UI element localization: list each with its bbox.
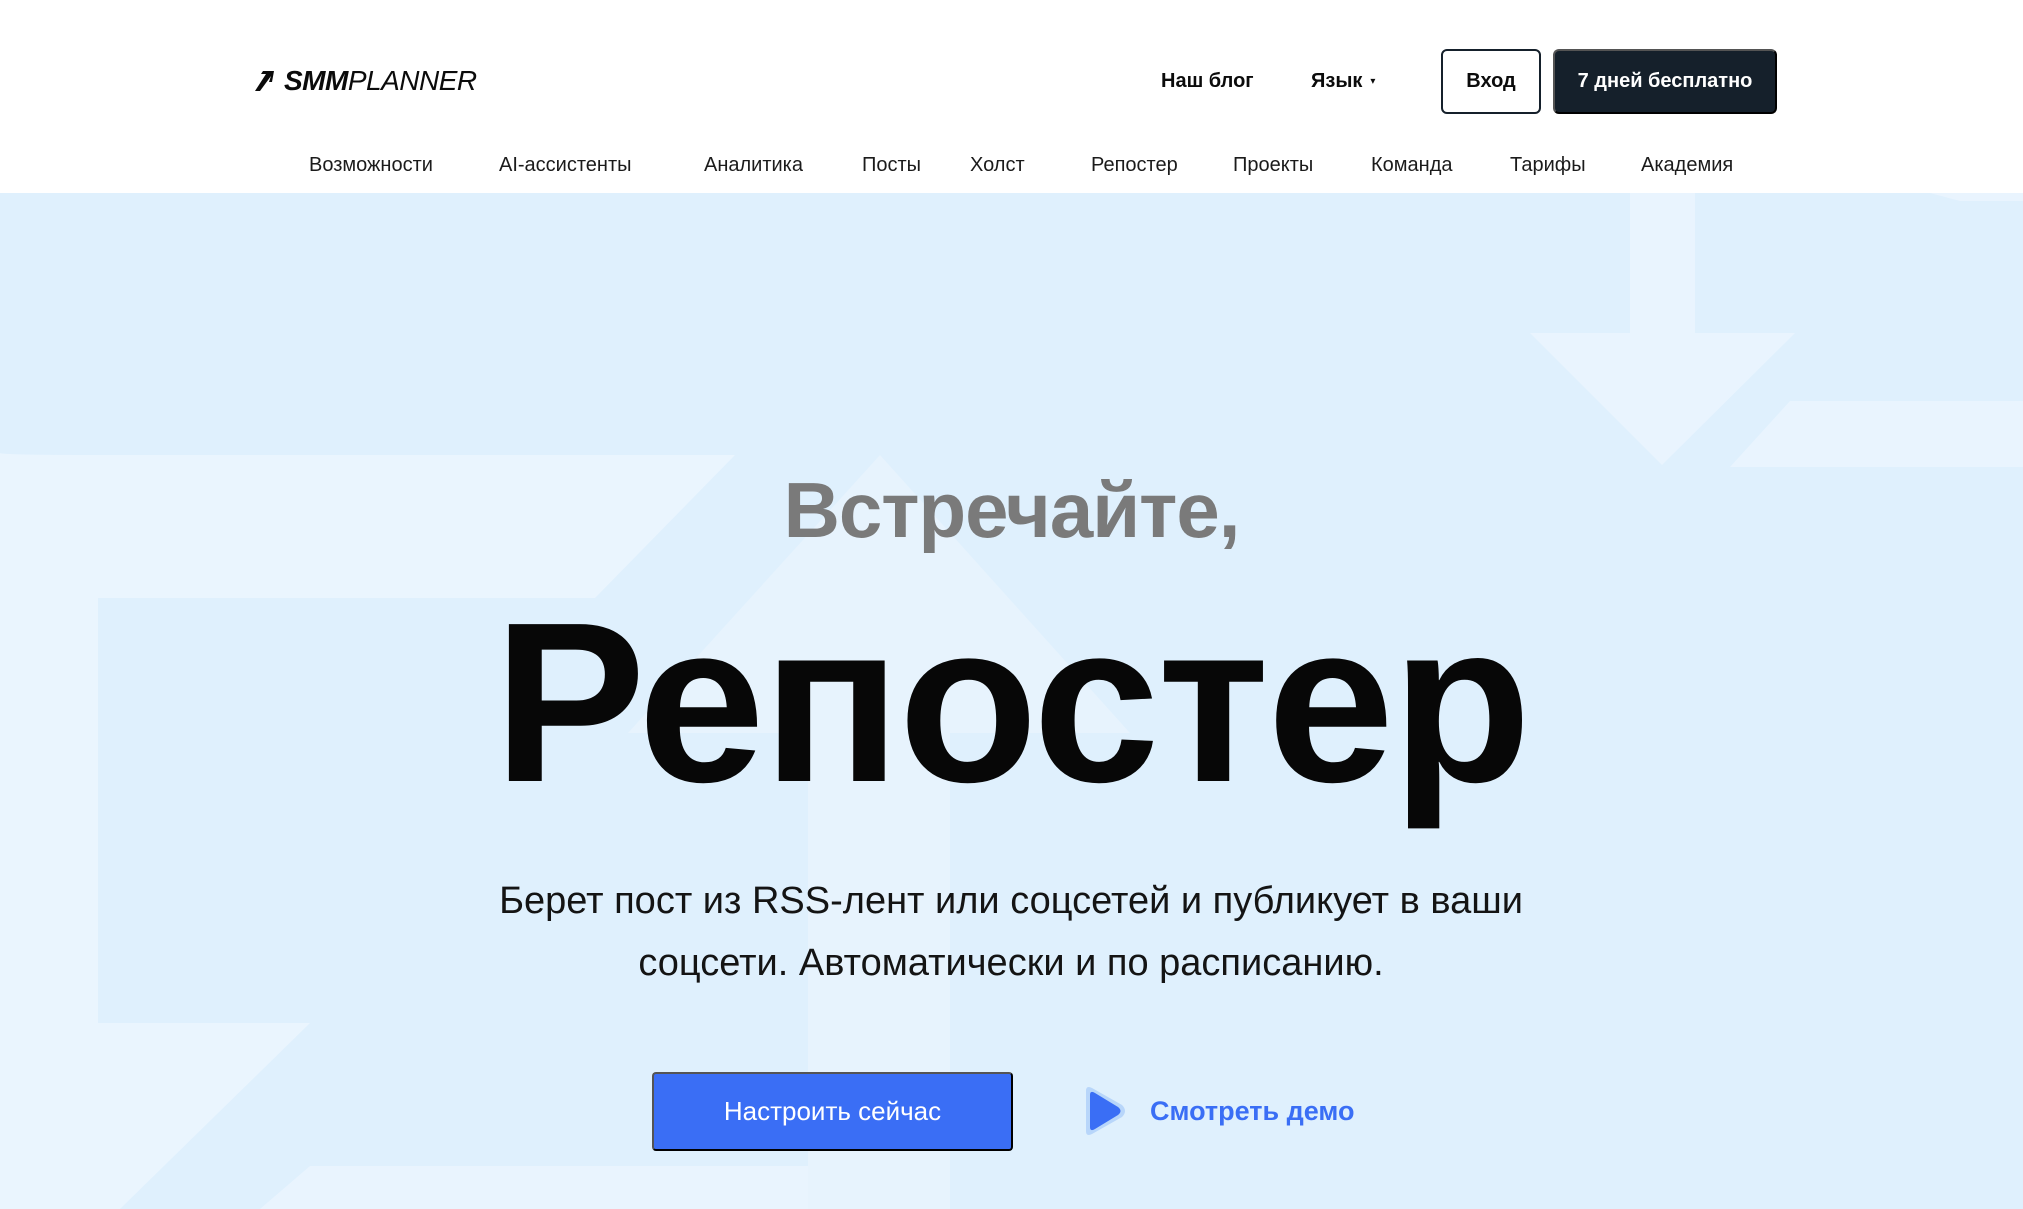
watch-demo-label: Смотреть демо <box>1150 1095 1355 1126</box>
hero-title: Репостер <box>493 576 1532 830</box>
logo-text-bold: SMM <box>284 65 348 96</box>
nav-item-features[interactable]: Возможности <box>309 150 433 180</box>
nav-item-posts[interactable]: Посты <box>862 150 921 180</box>
nav-item-academy[interactable]: Академия <box>1641 150 1733 180</box>
nav-item-reposter[interactable]: Репостер <box>1091 150 1178 180</box>
hero-description: Берет пост из RSS-лент или соцсетей и пу… <box>499 880 1523 984</box>
nav-item-ai-assistants[interactable]: AI-ассистенты <box>499 150 632 180</box>
hero-kicker: Встречайте, <box>783 466 1241 554</box>
play-icon <box>1086 1087 1125 1135</box>
nav-item-team[interactable]: Команда <box>1371 150 1452 180</box>
page: SMMPLANNER Наш блог Язык ▾ Вход 7 дней б… <box>0 0 2023 1209</box>
watch-demo-link[interactable]: Смотреть демо <box>1082 1085 1355 1137</box>
language-label: Язык <box>1311 70 1363 92</box>
caret-down-icon: ▾ <box>1370 76 1376 87</box>
nav-item-projects[interactable]: Проекты <box>1233 150 1313 180</box>
logo-link[interactable]: SMMPLANNER <box>252 64 477 98</box>
site-header: SMMPLANNER Наш блог Язык ▾ Вход 7 дней б… <box>0 0 2023 193</box>
login-button[interactable]: Вход <box>1441 49 1541 114</box>
hero-section: Встречайте, Репостер Берет пост из RSS-л… <box>0 193 2023 1209</box>
nav-item-canvas[interactable]: Холст <box>970 150 1025 180</box>
setup-now-button[interactable]: Настроить сейчас <box>652 1072 1013 1151</box>
language-dropdown[interactable]: Язык ▾ <box>1311 66 1375 96</box>
blog-link[interactable]: Наш блог <box>1161 66 1254 96</box>
nav-item-analytics[interactable]: Аналитика <box>704 150 803 180</box>
nav-item-pricing[interactable]: Тарифы <box>1510 150 1586 180</box>
logo-text-thin: PLANNER <box>347 65 477 96</box>
free-trial-button[interactable]: 7 дней бесплатно <box>1553 49 1777 114</box>
main-nav: Возможности AI-ассистенты Аналитика Пост… <box>0 150 2023 180</box>
logo-arrow-icon <box>255 71 274 91</box>
logo-text: SMMPLANNER <box>284 64 477 98</box>
